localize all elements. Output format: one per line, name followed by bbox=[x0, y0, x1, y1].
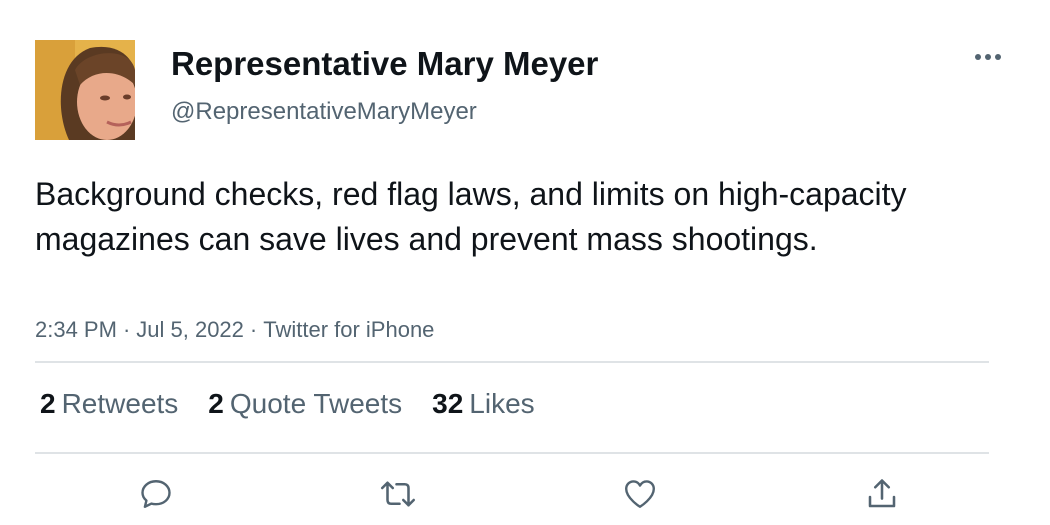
display-name[interactable]: Representative Mary Meyer bbox=[171, 44, 598, 84]
heart-icon bbox=[625, 480, 655, 508]
retweet-arrows-icon bbox=[380, 481, 416, 507]
retweets-count: 2 bbox=[40, 388, 56, 419]
tweet-source[interactable]: Twitter for iPhone bbox=[263, 317, 434, 342]
retweets-stat[interactable]: 2 Retweets bbox=[40, 386, 178, 422]
reply-button[interactable] bbox=[136, 474, 176, 514]
likes-count: 32 bbox=[432, 388, 464, 419]
engagement-stats: 2 Retweets 2 Quote Tweets 32 Likes bbox=[40, 386, 565, 422]
divider bbox=[35, 361, 989, 363]
tweet-text: Background checks, red flag laws, and li… bbox=[35, 176, 907, 257]
like-button[interactable] bbox=[620, 474, 660, 514]
tweet-metadata: 2:34 PM · Jul 5, 2022 · Twitter for iPhone bbox=[35, 316, 434, 344]
tweet-time[interactable]: 2:34 PM bbox=[35, 317, 117, 342]
quote-tweets-count: 2 bbox=[208, 388, 224, 419]
retweet-button[interactable] bbox=[378, 474, 418, 514]
profile-photo bbox=[35, 40, 135, 140]
divider bbox=[35, 452, 989, 454]
avatar[interactable] bbox=[35, 40, 135, 140]
retweets-label: Retweets bbox=[61, 388, 179, 419]
share-button[interactable] bbox=[862, 474, 902, 514]
share-upload-icon bbox=[868, 479, 896, 508]
ellipsis-icon bbox=[975, 54, 1001, 60]
likes-label: Likes bbox=[469, 388, 535, 419]
comment-bubble-icon bbox=[141, 480, 171, 508]
meta-separator: · bbox=[122, 317, 131, 342]
quote-tweets-stat[interactable]: 2 Quote Tweets bbox=[208, 386, 402, 422]
tweet-date[interactable]: Jul 5, 2022 bbox=[136, 317, 244, 342]
likes-stat[interactable]: 32 Likes bbox=[432, 386, 535, 422]
meta-separator: · bbox=[249, 317, 258, 342]
more-options-button[interactable] bbox=[968, 44, 1008, 70]
quote-tweets-label: Quote Tweets bbox=[229, 388, 403, 419]
user-handle[interactable]: @RepresentativeMaryMeyer bbox=[171, 97, 477, 127]
